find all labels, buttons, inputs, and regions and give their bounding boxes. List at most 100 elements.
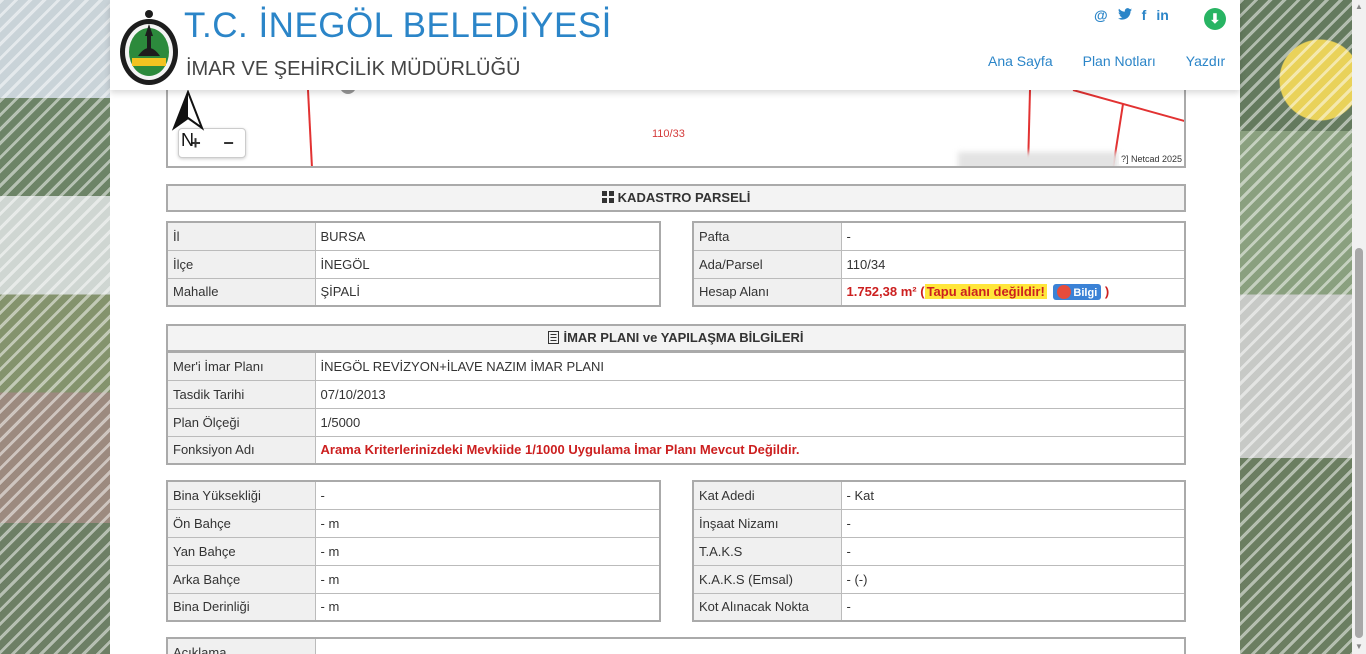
table-row: Kat Adedi - Kat — [692, 480, 1186, 510]
row-value: - Kat — [840, 480, 1186, 510]
scroll-thumb[interactable] — [1355, 248, 1363, 638]
row-value: 1/5000 — [314, 407, 1186, 437]
row-label: Fonksiyon Adı — [166, 435, 316, 465]
map-parcel-label: 110/33 — [652, 128, 685, 140]
table-row: Mer'i İmar Planı İNEGÖL REVİZYON+İLAVE N… — [166, 351, 1186, 381]
linkedin-icon[interactable]: in — [1156, 8, 1168, 22]
table-row: Pafta - — [692, 221, 1186, 251]
scroll-up-icon[interactable]: ▲ — [1355, 3, 1363, 11]
table-row: Ada/Parsel 110/34 — [692, 249, 1186, 279]
row-label: Mer'i İmar Planı — [166, 351, 316, 381]
table-row: Açıklama — [166, 637, 1186, 654]
nav-home[interactable]: Ana Sayfa — [988, 53, 1053, 69]
area-paren-close: ) — [1104, 283, 1110, 299]
north-arrow-icon: N — [171, 90, 205, 150]
table-row: Bina Derinliği - m — [166, 592, 661, 622]
zoom-out-button[interactable]: − — [212, 129, 245, 157]
email-icon[interactable]: @ — [1094, 8, 1108, 22]
row-value: - — [840, 592, 1186, 622]
table-row: Ön Bahçe - m — [166, 508, 661, 538]
grid-icon — [601, 186, 614, 210]
table-row: Arka Bahçe - m — [166, 564, 661, 594]
table-row: T.A.K.S - — [692, 536, 1186, 566]
area-value: 1.752,38 m² — [846, 283, 917, 299]
table-row: İnşaat Nizamı - — [692, 508, 1186, 538]
row-value: İNEGÖL — [314, 249, 661, 279]
area-warning: Tapu alanı değildir! — [924, 283, 1047, 299]
row-label: Bina Yüksekliği — [166, 480, 316, 510]
blurred-region — [958, 152, 1118, 166]
row-value: - (-) — [840, 564, 1186, 594]
kadastro-title: KADASTRO PARSELİ — [617, 190, 751, 205]
row-label: T.A.K.S — [692, 536, 842, 566]
row-value: - m — [314, 592, 661, 622]
row-label: Açıklama — [166, 637, 316, 654]
facebook-icon[interactable]: f — [1142, 8, 1147, 22]
info-button[interactable]: Bilgi — [1053, 283, 1102, 300]
imar-title: İMAR PLANI ve YAPILAŞMA BİLGİLERİ — [563, 330, 804, 345]
row-value — [314, 637, 1186, 654]
north-label: N — [181, 130, 194, 150]
row-value: İNEGÖL REVİZYON+İLAVE NAZIM İMAR PLANI — [314, 351, 1186, 381]
row-label: Ön Bahçe — [166, 508, 316, 538]
main-nav: Ana Sayfa Plan Notları Yazdır — [988, 53, 1225, 69]
site-title: T.C. İNEGÖL BELEDİYESİ — [184, 6, 612, 45]
table-row: Plan Ölçeği 1/5000 — [166, 407, 1186, 437]
row-value: 07/10/2013 — [314, 379, 1186, 409]
row-label: İl — [166, 221, 316, 251]
row-value: - m — [314, 508, 661, 538]
table-row: İl BURSA — [166, 221, 661, 251]
row-value: - m — [314, 536, 661, 566]
page-container: T.C. İNEGÖL BELEDİYESİ İMAR VE ŞEHİRCİLİ… — [110, 0, 1240, 654]
row-label: Arka Bahçe — [166, 564, 316, 594]
area-paren-open: ( — [920, 283, 925, 299]
site-subtitle: İMAR VE ŞEHİRCİLİK MÜDÜRLÜĞÜ — [186, 58, 521, 80]
row-label: K.A.K.S (Emsal) — [692, 564, 842, 594]
row-label: İnşaat Nizamı — [692, 508, 842, 538]
download-icon[interactable]: ⬇ — [1204, 8, 1226, 30]
nav-print[interactable]: Yazdır — [1186, 53, 1225, 69]
table-row: Kot Alınacak Nokta - — [692, 592, 1186, 622]
municipality-logo — [120, 10, 178, 85]
building-right-table: Kat Adedi - Kat İnşaat Nizamı - T.A.K.S - K… — [692, 480, 1186, 622]
document-icon — [548, 326, 560, 350]
row-value: 1.752,38 m² (Tapu alanı değildir! Bilgi … — [840, 277, 1186, 307]
row-label: Mahalle — [166, 277, 316, 307]
social-links: @ f in — [1094, 8, 1169, 22]
info-icon — [1057, 284, 1072, 299]
page-scrollbar[interactable]: ▲ ▼ — [1352, 0, 1366, 654]
row-value: - m — [314, 564, 661, 594]
table-row: Yan Bahçe - m — [166, 536, 661, 566]
row-value: - — [840, 221, 1186, 251]
imar-table: Mer'i İmar Planı İNEGÖL REVİZYON+İLAVE N… — [166, 351, 1186, 465]
row-label: Hesap Alanı — [692, 277, 842, 307]
row-value: ŞİPALİ — [314, 277, 661, 307]
table-row: İlçe İNEGÖL — [166, 249, 661, 279]
background-left — [0, 0, 110, 654]
table-row: Tasdik Tarihi 07/10/2013 — [166, 379, 1186, 409]
row-value: - — [840, 536, 1186, 566]
row-value: BURSA — [314, 221, 661, 251]
table-row: Mahalle ŞİPALİ — [166, 277, 661, 307]
description-table: Açıklama — [166, 637, 1186, 654]
kadastro-right-table: Pafta - Ada/Parsel 110/34 Hesap Alanı 1.… — [692, 221, 1186, 307]
row-value: - — [840, 508, 1186, 538]
building-left-table: Bina Yüksekliği - Ön Bahçe - m Yan Bahçe - … — [166, 480, 661, 622]
row-label: Plan Ölçeği — [166, 407, 316, 437]
table-row: K.A.K.S (Emsal) - (-) — [692, 564, 1186, 594]
table-row: Bina Yüksekliği - — [166, 480, 661, 510]
row-label: Bina Derinliği — [166, 592, 316, 622]
parcel-map[interactable]: + − 110/33 N ?] Netcad 2025 — [166, 90, 1186, 168]
scroll-down-icon[interactable]: ▼ — [1355, 643, 1363, 651]
background-right — [1240, 0, 1366, 654]
info-button-label: Bilgi — [1073, 286, 1098, 299]
table-row: Fonksiyon Adı Arama Kriterlerinizdeki Me… — [166, 435, 1186, 465]
row-label: İlçe — [166, 249, 316, 279]
imar-header: İMAR PLANI ve YAPILAŞMA BİLGİLERİ — [166, 324, 1186, 352]
kadastro-left-table: İl BURSA İlçe İNEGÖL Mahalle ŞİPALİ — [166, 221, 661, 307]
row-label: Ada/Parsel — [692, 249, 842, 279]
kadastro-header: KADASTRO PARSELİ — [166, 184, 1186, 212]
twitter-icon[interactable] — [1117, 8, 1132, 22]
nav-plan-notes[interactable]: Plan Notları — [1083, 53, 1156, 69]
row-value: 110/34 — [840, 249, 1186, 279]
